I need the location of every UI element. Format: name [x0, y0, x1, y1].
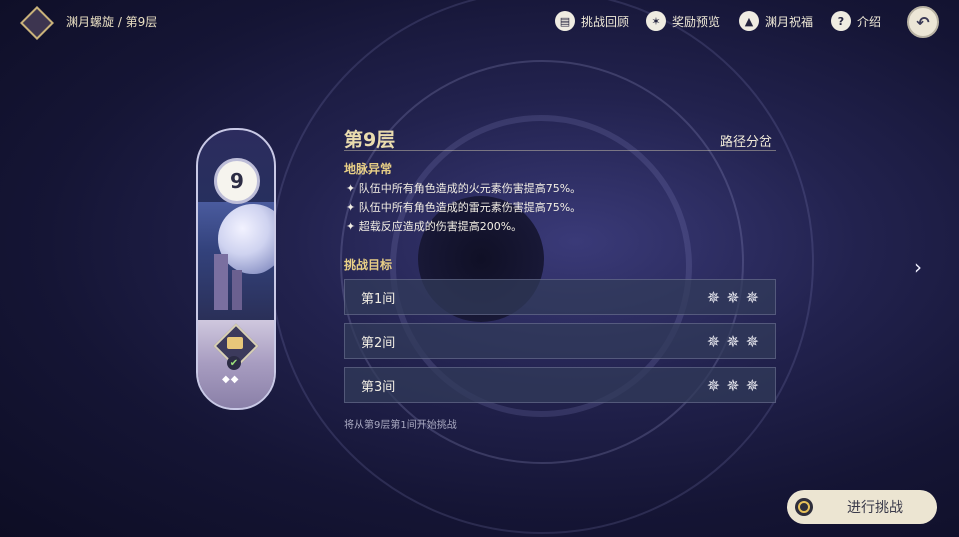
check-icon: ✔	[227, 356, 241, 370]
room-stars: ✵ ✵ ✵	[707, 288, 759, 307]
floor-title: 第9层	[344, 129, 396, 151]
divider	[344, 150, 776, 151]
nav-blessing[interactable]: ▲ 渊月祝福	[739, 11, 813, 31]
nav-challenge-review[interactable]: ▤ 挑战回顾	[555, 11, 629, 31]
back-arrow-icon: ↶	[916, 12, 930, 32]
star-icon: ✵	[706, 331, 721, 351]
question-icon: ?	[831, 11, 851, 31]
start-hint: 将从第9层第1间开始挑战	[344, 420, 457, 431]
star-icon: ✵	[726, 375, 740, 395]
buff-line: ✦ 队伍中所有角色造成的雷元素伤害提高75%。	[346, 201, 582, 214]
star-icon: ✵	[706, 287, 721, 307]
room-name: 第2间	[361, 335, 396, 351]
buff-line: ✦ 超载反应造成的伤害提高200%。	[346, 220, 523, 233]
top-bar: 渊月螺旋 / 第9层 ▤ 挑战回顾 ✶ 奖励预览 ▲ 渊月祝福 ? 介绍 ↶	[0, 0, 959, 42]
book-icon: ▤	[555, 11, 575, 31]
star-icon: ✵	[745, 287, 759, 307]
nav-label: 奖励预览	[672, 14, 721, 29]
progress-dots: ◆◆	[222, 374, 240, 385]
star-icon: ✵	[745, 331, 759, 351]
room-row-1[interactable]: 第1间 ✵ ✵ ✵	[344, 279, 776, 315]
start-button-label: 进行挑战	[847, 500, 903, 516]
next-floor-arrow-icon[interactable]: ›	[914, 255, 922, 279]
room-row-2[interactable]: 第2间 ✵ ✵ ✵	[344, 323, 776, 359]
star-icon: ✶	[646, 11, 666, 31]
confirm-ring-icon	[795, 498, 813, 516]
buff-line: ✦ 队伍中所有角色造成的火元素伤害提高75%。	[346, 182, 582, 195]
floor-number-badge: 9	[214, 158, 260, 204]
nav-label: 介绍	[857, 14, 882, 29]
star-icon: ✵	[745, 375, 759, 395]
room-stars: ✵ ✵ ✵	[707, 376, 759, 395]
chest-icon	[227, 337, 243, 349]
room-name: 第3间	[361, 379, 396, 395]
objective-label: 挑战目标	[344, 258, 393, 272]
route-label: 路径分岔	[720, 135, 773, 150]
back-button[interactable]: ↶	[907, 6, 939, 38]
nav-label: 挑战回顾	[581, 14, 630, 29]
tower-illustration-small	[232, 270, 242, 310]
star-icon: ✵	[726, 331, 740, 351]
breadcrumb: 渊月螺旋 / 第9层	[66, 15, 158, 29]
room-stars: ✵ ✵ ✵	[707, 332, 759, 351]
star-icon: ✵	[706, 375, 721, 395]
star-icon: ✵	[726, 287, 740, 307]
room-name: 第1间	[361, 291, 396, 307]
abyss-emblem-icon	[20, 6, 54, 40]
nav-introduction[interactable]: ? 介绍	[831, 11, 881, 31]
blessing-icon: ▲	[739, 11, 759, 31]
room-row-3[interactable]: 第3间 ✵ ✵ ✵	[344, 367, 776, 403]
ley-anomaly-label: 地脉异常	[344, 162, 393, 176]
start-challenge-button[interactable]: 进行挑战	[787, 490, 937, 524]
nav-reward-preview[interactable]: ✶ 奖励预览	[646, 11, 720, 31]
tower-illustration	[214, 254, 228, 310]
nav-label: 渊月祝福	[765, 14, 814, 29]
